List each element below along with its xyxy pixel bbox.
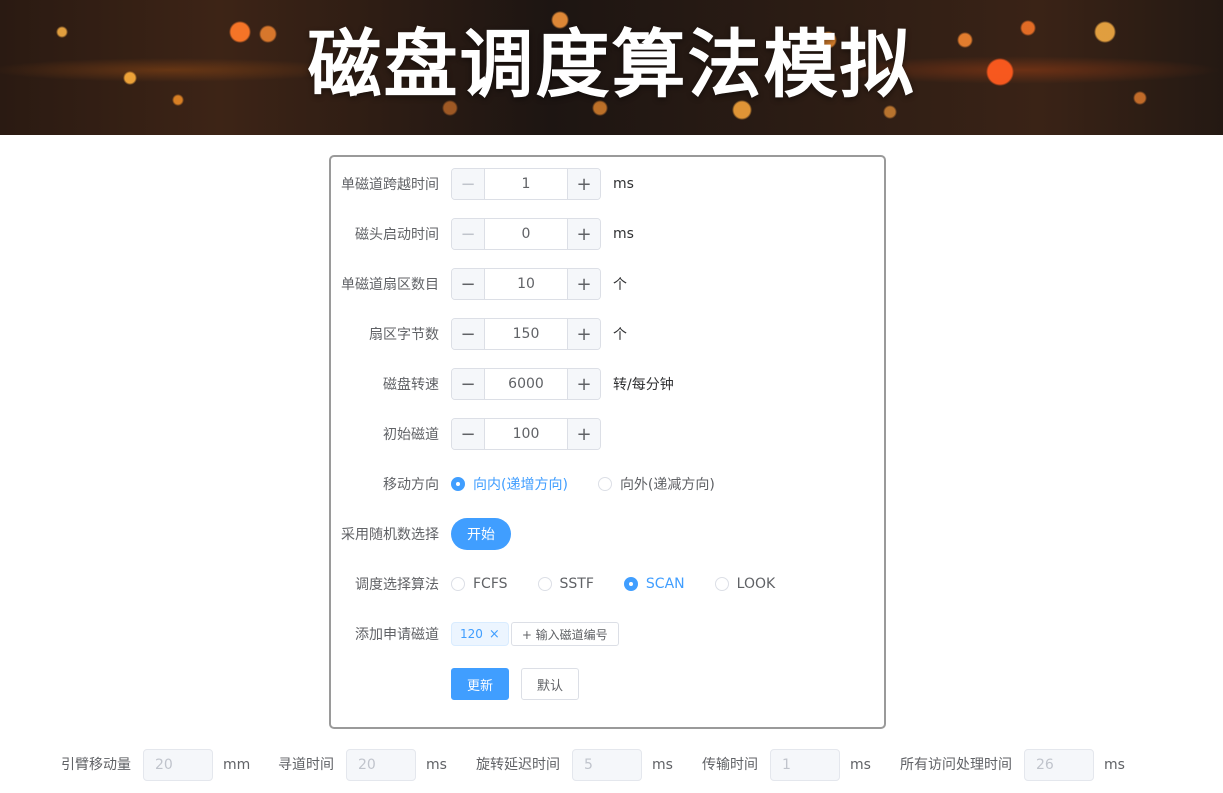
random-label: 采用随机数选择 bbox=[341, 527, 439, 543]
head-start-stepper[interactable]: − 0 + bbox=[451, 218, 601, 250]
arm-movement-field: 20 bbox=[143, 749, 213, 781]
decrement-button[interactable]: − bbox=[452, 369, 485, 399]
rpm-unit: 转/每分钟 bbox=[613, 377, 674, 393]
sectors-unit: 个 bbox=[613, 277, 627, 293]
total-time-field: 26 bbox=[1024, 749, 1094, 781]
transfer-time-label: 传输时间 bbox=[702, 757, 758, 773]
initial-track-value[interactable]: 100 bbox=[485, 419, 567, 449]
close-icon[interactable]: × bbox=[489, 627, 500, 642]
default-button[interactable]: 默认 bbox=[521, 668, 580, 700]
rotation-delay-unit: ms bbox=[652, 757, 673, 773]
radio-unchecked-icon bbox=[597, 477, 612, 491]
form-row-rpm: 磁盘转速 − 6000 + 转/每分钟 bbox=[331, 368, 674, 400]
form-row-algorithm: 调度选择算法 FCFS SSTF SCAN LOOK bbox=[331, 568, 805, 600]
increment-button[interactable]: + bbox=[567, 319, 600, 349]
radio-algorithm-sstf[interactable]: SSTF bbox=[537, 576, 594, 592]
seek-time-unit: ms bbox=[426, 757, 447, 773]
total-time-unit: ms bbox=[1104, 757, 1125, 773]
radio-label: LOOK bbox=[736, 576, 776, 592]
rpm-stepper[interactable]: − 6000 + bbox=[451, 368, 601, 400]
increment-button[interactable]: + bbox=[567, 369, 600, 399]
track-time-unit: ms bbox=[613, 176, 634, 192]
transfer-time-field: 1 bbox=[770, 749, 840, 781]
form-row-sector-bytes: 扇区字节数 − 150 + 个 bbox=[331, 318, 627, 350]
add-track-button[interactable]: + 输入磁道编号 bbox=[510, 622, 619, 646]
radio-label: 向外(递减方向) bbox=[619, 477, 715, 493]
algorithm-label: 调度选择算法 bbox=[355, 577, 439, 593]
radio-label: FCFS bbox=[473, 576, 508, 592]
requests-label: 添加申请磁道 bbox=[355, 627, 439, 643]
seek-time-field: 20 bbox=[346, 749, 416, 781]
transfer-time-unit: ms bbox=[850, 757, 871, 773]
radio-algorithm-scan[interactable]: SCAN bbox=[623, 576, 685, 592]
form-row-sectors: 单磁道扇区数目 − 10 + 个 bbox=[331, 268, 627, 300]
seek-time-label: 寻道时间 bbox=[278, 757, 334, 773]
decrement-button[interactable]: − bbox=[452, 319, 485, 349]
form-row-direction: 移动方向 向内(递增方向) 向外(递减方向) bbox=[331, 468, 745, 500]
head-start-value[interactable]: 0 bbox=[485, 219, 567, 249]
arm-movement-unit: mm bbox=[223, 757, 251, 773]
decrement-button[interactable]: − bbox=[452, 419, 485, 449]
sector-bytes-stepper[interactable]: − 150 + bbox=[451, 318, 601, 350]
settings-form: 单磁道跨越时间 − 1 + ms 磁头启动时间 − 0 + ms 单磁道扇区数目… bbox=[329, 155, 886, 729]
form-row-requests: 添加申请磁道 120 × + 输入磁道编号 bbox=[331, 618, 619, 650]
total-time-label: 所有访问处理时间 bbox=[900, 757, 1012, 773]
track-time-label: 单磁道跨越时间 bbox=[341, 177, 439, 193]
increment-button[interactable]: + bbox=[567, 169, 600, 199]
header-banner: 磁盘调度算法模拟 bbox=[0, 0, 1223, 135]
radio-direction-outward[interactable]: 向外(递减方向) bbox=[597, 474, 715, 494]
track-time-value[interactable]: 1 bbox=[485, 169, 567, 199]
direction-label: 移动方向 bbox=[383, 477, 439, 493]
radio-direction-inward[interactable]: 向内(递增方向) bbox=[451, 474, 568, 494]
form-row-head-start: 磁头启动时间 − 0 + ms bbox=[331, 218, 634, 250]
increment-button[interactable]: + bbox=[567, 219, 600, 249]
radio-algorithm-look[interactable]: LOOK bbox=[714, 576, 776, 592]
radio-label: SCAN bbox=[645, 576, 685, 592]
initial-track-label: 初始磁道 bbox=[383, 427, 439, 443]
radio-checked-icon bbox=[451, 477, 465, 491]
form-row-track-time: 单磁道跨越时间 − 1 + ms bbox=[331, 168, 634, 200]
form-row-initial-track: 初始磁道 − 100 + bbox=[331, 418, 601, 450]
increment-button[interactable]: + bbox=[567, 269, 600, 299]
increment-button[interactable]: + bbox=[567, 419, 600, 449]
page-title: 磁盘调度算法模拟 bbox=[307, 22, 916, 108]
sectors-stepper[interactable]: − 10 + bbox=[451, 268, 601, 300]
results-bar: 引臂移动量 20 mm 寻道时间 20 ms 旋转延迟时间 5 ms 传输时间 … bbox=[0, 749, 1223, 781]
form-row-actions: 更新 默认 bbox=[331, 668, 580, 700]
rotation-delay-field: 5 bbox=[572, 749, 642, 781]
update-button[interactable]: 更新 bbox=[451, 668, 510, 700]
radio-unchecked-icon bbox=[451, 577, 465, 591]
head-start-label: 磁头启动时间 bbox=[355, 227, 439, 243]
initial-track-stepper[interactable]: − 100 + bbox=[451, 418, 601, 450]
track-tag: 120 × bbox=[451, 622, 509, 646]
decrement-button[interactable]: − bbox=[452, 219, 485, 249]
start-button[interactable]: 开始 bbox=[451, 518, 511, 550]
arm-movement-label: 引臂移动量 bbox=[61, 757, 131, 773]
radio-unchecked-icon bbox=[537, 577, 552, 591]
sectors-label: 单磁道扇区数目 bbox=[341, 277, 439, 293]
decrement-button[interactable]: − bbox=[452, 269, 485, 299]
track-tag-label: 120 bbox=[460, 627, 483, 641]
sectors-value[interactable]: 10 bbox=[485, 269, 567, 299]
radio-label: 向内(递增方向) bbox=[473, 477, 568, 493]
sector-bytes-label: 扇区字节数 bbox=[369, 327, 439, 343]
radio-unchecked-icon bbox=[714, 577, 729, 591]
radio-label: SSTF bbox=[559, 576, 594, 592]
rpm-value[interactable]: 6000 bbox=[485, 369, 567, 399]
radio-checked-icon bbox=[623, 577, 638, 591]
decrement-button[interactable]: − bbox=[452, 169, 485, 199]
head-start-unit: ms bbox=[613, 226, 634, 242]
rpm-label: 磁盘转速 bbox=[383, 377, 439, 393]
rotation-delay-label: 旋转延迟时间 bbox=[476, 757, 560, 773]
sector-bytes-value[interactable]: 150 bbox=[485, 319, 567, 349]
sector-bytes-unit: 个 bbox=[613, 327, 627, 343]
radio-algorithm-fcfs[interactable]: FCFS bbox=[451, 576, 508, 592]
track-time-stepper[interactable]: − 1 + bbox=[451, 168, 601, 200]
form-row-random: 采用随机数选择 开始 bbox=[331, 518, 511, 550]
